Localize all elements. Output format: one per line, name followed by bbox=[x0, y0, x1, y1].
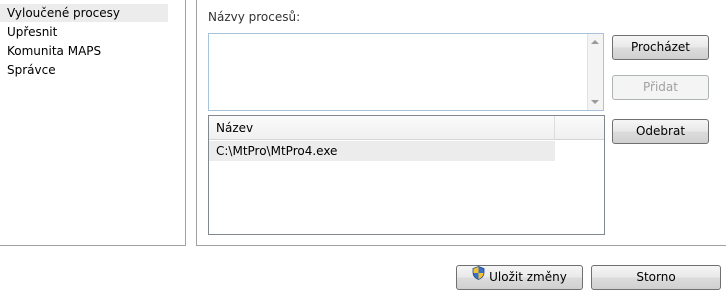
nav-item-excluded-processes[interactable]: Vyloučené procesy bbox=[0, 4, 168, 22]
list-header: Název bbox=[209, 116, 604, 140]
process-names-label: Názvy procesů: bbox=[208, 10, 301, 24]
save-changes-button[interactable]: Uložit změny bbox=[456, 265, 583, 290]
settings-nav: Vyloučené procesy Upřesnit Komunita MAPS… bbox=[0, 0, 186, 246]
excluded-processes-list[interactable]: Název C:\MtPro\MtPro4.exe bbox=[208, 115, 605, 235]
excluded-processes-panel: Názvy procesů: Název C:\MtPro\MtPro4.exe… bbox=[196, 0, 726, 246]
list-item[interactable]: C:\MtPro\MtPro4.exe bbox=[209, 141, 555, 161]
column-header-name[interactable]: Název bbox=[209, 116, 555, 140]
scroll-down-arrow-icon[interactable] bbox=[591, 100, 599, 104]
remove-button[interactable]: Odebrat bbox=[612, 119, 709, 144]
add-button[interactable]: Přidat bbox=[612, 75, 709, 100]
nav-item-maps-community[interactable]: Komunita MAPS bbox=[0, 42, 168, 60]
browse-button[interactable]: Procházet bbox=[612, 35, 709, 60]
save-changes-label: Uložit změny bbox=[489, 270, 567, 284]
nav-item-advanced[interactable]: Upřesnit bbox=[0, 23, 168, 41]
process-names-input[interactable] bbox=[208, 33, 604, 111]
scroll-up-arrow-icon[interactable] bbox=[591, 40, 599, 44]
cancel-button[interactable]: Storno bbox=[591, 265, 721, 290]
uac-shield-icon bbox=[472, 265, 485, 288]
nav-item-administrator[interactable]: Správce bbox=[0, 61, 168, 79]
process-names-scrollbar[interactable] bbox=[587, 34, 603, 110]
